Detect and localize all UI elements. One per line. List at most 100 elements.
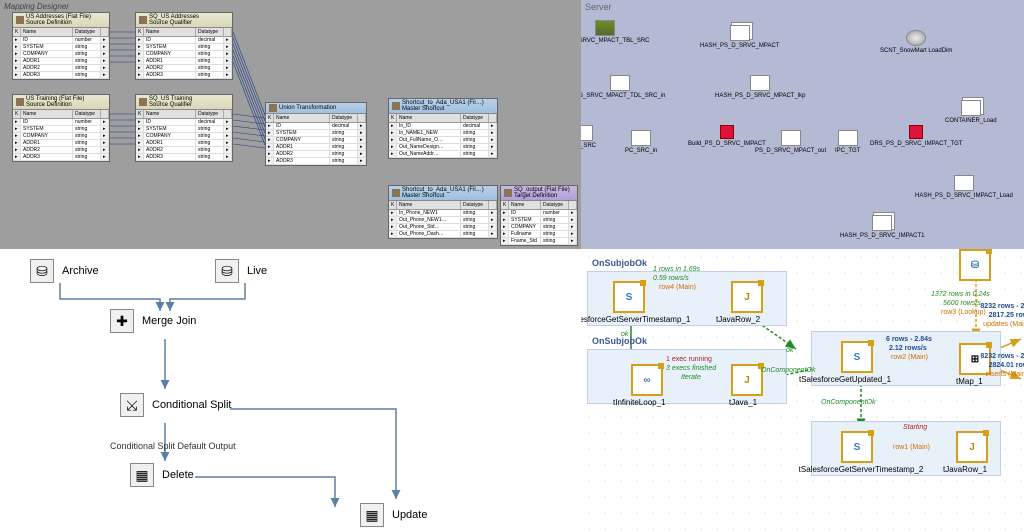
ds-node-n12[interactable]: HASH_PS_D_SRVC_IMPACT1 — [840, 215, 924, 239]
ds-node-n7[interactable]: PC_SRC_in — [625, 130, 657, 154]
node-label: tInfiniteLoop_1 — [613, 398, 666, 407]
mapping-table-t1[interactable]: US Addresses (Flat File)Source Definitio… — [12, 12, 110, 80]
table-row[interactable]: ▸SYSTEMstring▸ — [13, 126, 109, 133]
table-row[interactable]: ▸COMPANYstring▸ — [13, 133, 109, 140]
table-row[interactable]: ▸SYSTEMstring▸ — [136, 126, 232, 133]
col-headers: KNameDatatype — [13, 110, 109, 119]
table-row[interactable]: ▸ADDR2string▸ — [266, 151, 366, 158]
table-row[interactable]: ▸IDdecimal▸ — [136, 37, 232, 44]
table-row[interactable]: ▸Out_NameAddr…string▸ — [389, 151, 497, 158]
table-row[interactable]: ▸Out_FullName_O…string▸ — [389, 137, 497, 144]
tsalesforce-timestamp-1[interactable]: S — [613, 281, 645, 313]
table-row[interactable]: ▸ADDR2string▸ — [13, 65, 109, 72]
table-row[interactable]: ▸Out_NameDesign…string▸ — [389, 144, 497, 151]
subjob-title: OnSubjobOk — [592, 258, 647, 268]
table-row[interactable]: ▸COMPANYstring▸ — [13, 51, 109, 58]
tjavarow-2[interactable]: J — [731, 281, 763, 313]
ds-node-n8[interactable]: PS_D_SRVC_MPACT_out — [755, 130, 826, 154]
delete-icon: ▦ — [130, 463, 154, 487]
ds-node-n5[interactable]: HASH_PS_D_SRVC_MPACT_lkp — [715, 75, 805, 99]
table-row[interactable]: ▸COMPANYstring▸ — [136, 51, 232, 58]
table-row[interactable]: ▸ADDR1string▸ — [13, 140, 109, 147]
tinfiniteloop[interactable]: ∞ — [631, 364, 663, 396]
table-icon — [139, 16, 147, 24]
table-row[interactable]: ▸ADDR3string▸ — [266, 158, 366, 165]
flow-arrows — [0, 249, 581, 532]
mapping-table-t6[interactable]: Shortcut_to_Ada_USA1 (Fil…)Master Shortc… — [388, 98, 498, 159]
table-icon — [392, 102, 400, 110]
node-icon — [631, 130, 651, 146]
table-row[interactable]: ▸Out_Phone_Std…string▸ — [389, 224, 497, 231]
table-row[interactable]: ▸ADDR2string▸ — [136, 65, 232, 72]
table-row[interactable]: ▸ADDR3string▸ — [13, 154, 109, 161]
table-row[interactable]: ▸COMPANYstring▸ — [266, 137, 366, 144]
ds-node-n3[interactable]: SCNT_SnowMart LoadDim — [880, 30, 952, 54]
table-row[interactable]: ▸ADDR2string▸ — [136, 147, 232, 154]
table-row[interactable]: ▸ADDR3string▸ — [136, 154, 232, 161]
ds-node-n1[interactable]: S_PS_SRVC_MPACT_TBL_SRC — [581, 20, 649, 44]
conditional-split[interactable]: ⤩Conditional Split — [120, 393, 232, 417]
ds-node-n4[interactable]: PS_SRVC_MPACT_TDL_SRC_in — [581, 75, 665, 99]
table-row[interactable]: ▸ADDR1string▸ — [13, 58, 109, 65]
ds-node-n9b[interactable]: DRS_PS_D_SRVC_IMPACT_TGT — [870, 125, 962, 147]
table-row[interactable]: ▸SYSTEMstring▸ — [136, 44, 232, 51]
table-row[interactable]: ▸IDdecimal▸ — [136, 119, 232, 126]
stat: 1372 rows in 0.24s — [931, 291, 990, 298]
live-source[interactable]: ⛁Live — [215, 259, 267, 283]
ds-node-n9[interactable]: IPC_TGT — [835, 130, 860, 154]
stat: updates (Main order:1) — [983, 321, 1024, 328]
tmysqlinput[interactable]: ⛁ — [959, 249, 991, 281]
ds-node-n6[interactable]: IPC_SRC — [581, 125, 596, 149]
table-row[interactable]: ▸COMPANYstring▸ — [136, 133, 232, 140]
table-row[interactable]: ▸SYSTEMstring▸ — [13, 44, 109, 51]
archive-source[interactable]: ⛁Archive — [30, 259, 99, 283]
tsalesforce-updated[interactable]: S — [841, 341, 873, 373]
tjava-1[interactable]: J — [731, 364, 763, 396]
table-row[interactable]: ▸IDnumber▸ — [13, 37, 109, 44]
table-header: Union Transformation — [266, 103, 366, 114]
tsalesforce-timestamp-2[interactable]: S — [841, 431, 873, 463]
table-title: US Addresses (Flat File)Source Definitio… — [26, 14, 91, 26]
mapping-table-t2[interactable]: SQ_US AddressesSource Qualifier KNameDat… — [135, 12, 233, 80]
table-row[interactable]: ▸Fname_Stdstring▸ — [501, 238, 577, 245]
ssis-flow: ⛁Archive ⛁Live ✚Merge Join ⤩Conditional … — [0, 249, 581, 532]
node-label: HASH_PS_D_SRVC_MPACT — [700, 43, 779, 49]
table-row[interactable]: ▸ADDR3string▸ — [136, 72, 232, 79]
table-row[interactable]: ▸In_IDdecimal▸ — [389, 123, 497, 130]
delete-node[interactable]: ▦Delete — [130, 463, 194, 487]
mapping-table-t5[interactable]: Union Transformation KNameDatatype▸IDdec… — [265, 102, 367, 166]
table-row[interactable]: ▸In_Phone_NEW1string▸ — [389, 210, 497, 217]
table-row[interactable]: ▸Out_Phone_NEW1…string▸ — [389, 217, 497, 224]
table-row[interactable]: ▸ADDR1string▸ — [136, 58, 232, 65]
ds-node-n10[interactable]: CONTAINER_Load — [945, 100, 997, 124]
table-row[interactable]: ▸ADDR1string▸ — [266, 144, 366, 151]
tjavarow-1[interactable]: J — [956, 431, 988, 463]
table-row[interactable]: ▸COMPANYstring▸ — [501, 224, 577, 231]
table-row[interactable]: ▸ADDR2string▸ — [13, 147, 109, 154]
mapping-table-t8[interactable]: SQ_output (Flat File)Target Definition K… — [500, 185, 578, 246]
table-header: SQ_US TrainingSource Qualifier — [136, 95, 232, 110]
table-row[interactable]: ▸In_NAME1_NEWstring▸ — [389, 130, 497, 137]
table-row[interactable]: ▸Out_Phone_Dash…string▸ — [389, 231, 497, 238]
mapping-table-t3[interactable]: US Training (Flat File)Source Definition… — [12, 94, 110, 162]
table-row[interactable]: ▸ADDR3string▸ — [13, 72, 109, 79]
table-row[interactable]: ▸Fullnamestring▸ — [501, 231, 577, 238]
table-row[interactable]: ▸ADDR1string▸ — [136, 140, 232, 147]
stat: 2824.01 rows/s — [989, 362, 1024, 369]
node-icon — [909, 125, 923, 139]
table-row[interactable]: ▸IDnumber▸ — [501, 210, 577, 217]
ds-node-n11[interactable]: HASH_PS_D_SRVC_IMPACT_Load — [915, 175, 1013, 199]
table-row[interactable]: ▸IDnumber▸ — [13, 119, 109, 126]
stat: 6 rows - 2.84s — [886, 336, 932, 343]
mapping-table-t4[interactable]: SQ_US TrainingSource Qualifier KNameData… — [135, 94, 233, 162]
merge-join[interactable]: ✚Merge Join — [110, 309, 196, 333]
node-label: CONTAINER_Load — [945, 118, 997, 124]
table-row[interactable]: ▸SYSTEMstring▸ — [266, 130, 366, 137]
ds-node-n2[interactable]: HASH_PS_D_SRVC_MPACT — [700, 25, 779, 49]
table-header: SQ_US AddressesSource Qualifier — [136, 13, 232, 28]
table-row[interactable]: ▸IDdecimal▸ — [266, 123, 366, 130]
update-node[interactable]: ▦Update — [360, 503, 427, 527]
node-label: Conditional Split — [152, 399, 232, 411]
mapping-table-t7[interactable]: Shortcut_to_Ada_USA1 (Fil…)Master Shortc… — [388, 185, 498, 239]
table-row[interactable]: ▸SYSTEMstring▸ — [501, 217, 577, 224]
